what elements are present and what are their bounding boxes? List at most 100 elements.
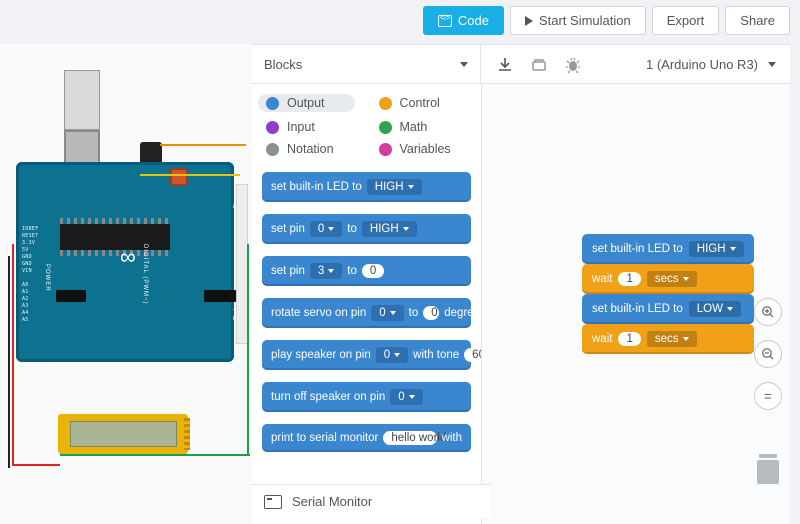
code-block[interactable]: rotate servo on pin0to0degrees xyxy=(262,298,471,328)
reset-button[interactable] xyxy=(170,168,188,186)
canvas-controls: = xyxy=(754,298,782,484)
wire-green xyxy=(60,454,250,456)
code-workspace[interactable]: set built-in LED to HIGH wait 1 secs set buil… xyxy=(482,84,790,524)
dot-icon xyxy=(266,97,279,110)
block-dropdown[interactable]: HIGH xyxy=(362,221,417,237)
category-output[interactable]: Output xyxy=(258,94,355,112)
block-dropdown[interactable]: 0 xyxy=(371,305,403,321)
block-value[interactable]: 0 xyxy=(362,264,384,278)
block-dropdown[interactable]: secs xyxy=(647,271,697,287)
trash-icon[interactable] xyxy=(754,454,782,484)
block-dropdown[interactable]: HIGH xyxy=(367,179,422,195)
block-value[interactable]: hello world xyxy=(383,431,436,445)
code-block[interactable]: set built-in LED to HIGH xyxy=(582,234,754,264)
category-label: Variables xyxy=(400,142,451,156)
block-value[interactable]: 1 xyxy=(618,332,640,346)
block-categories: Output Control Input Math Notation Varia… xyxy=(252,84,481,166)
code-block[interactable]: set pin 0 to HIGH xyxy=(262,214,471,244)
category-label: Control xyxy=(400,96,440,110)
block-text: rotate servo on pin xyxy=(271,307,366,319)
block-text: set pin xyxy=(271,223,305,235)
block-value[interactable]: 1 xyxy=(618,272,640,286)
block-text: with tone xyxy=(413,349,459,361)
block-text: to xyxy=(347,223,357,235)
code-block[interactable]: wait1secs xyxy=(582,324,754,354)
board-power-label: POWER xyxy=(44,264,50,292)
block-dropdown[interactable]: HIGH xyxy=(689,241,744,257)
chevron-down-icon xyxy=(403,227,409,231)
barrel-jack xyxy=(140,142,162,164)
code-block[interactable]: print to serial monitor hello world with xyxy=(262,424,471,452)
category-label: Output xyxy=(287,96,325,110)
dot-icon xyxy=(379,121,392,134)
chevron-down-icon xyxy=(683,277,689,281)
block-dropdown[interactable]: secs xyxy=(647,331,697,347)
block-text: play speaker on pin xyxy=(271,349,371,361)
category-input[interactable]: Input xyxy=(266,120,355,134)
zoom-out-button[interactable] xyxy=(754,340,782,368)
dot-icon xyxy=(379,97,392,110)
chevron-down-icon xyxy=(328,269,334,273)
lcd-pins xyxy=(184,418,190,450)
wire-black xyxy=(8,256,10,468)
category-math[interactable]: Math xyxy=(379,120,468,134)
chevron-down-icon xyxy=(409,395,415,399)
download-icon[interactable] xyxy=(497,57,513,71)
code-button[interactable]: Code xyxy=(423,6,504,35)
breadboard-strip[interactable] xyxy=(236,184,248,344)
code-block[interactable]: set pin 3 to 0 xyxy=(262,256,471,286)
block-dropdown[interactable]: 0 xyxy=(310,221,342,237)
export-label: Export xyxy=(667,13,705,28)
code-mode-dropdown[interactable]: Blocks xyxy=(252,57,480,72)
device-dropdown[interactable]: 1 (Arduino Uno R3) xyxy=(632,57,790,72)
arduino-logo-icon: ∞ xyxy=(120,244,136,270)
block-value[interactable]: 0 xyxy=(423,306,439,320)
editor-bar: Blocks 1 (Arduino Uno R3) xyxy=(252,44,790,84)
usb-cable[interactable] xyxy=(64,70,100,130)
block-text: with xyxy=(442,432,462,444)
category-variables[interactable]: Variables xyxy=(379,142,468,156)
code-block[interactable]: set built-in LED toLOW xyxy=(582,294,754,324)
block-dropdown[interactable]: 0 xyxy=(376,347,408,363)
zoom-fit-button[interactable]: = xyxy=(754,382,782,410)
library-icon[interactable] xyxy=(531,57,547,71)
zoom-in-button[interactable] xyxy=(754,298,782,326)
export-button[interactable]: Export xyxy=(652,6,720,35)
block-value[interactable]: 60 xyxy=(464,348,480,362)
block-text: wait xyxy=(592,273,612,285)
block-stack[interactable]: set built-in LED to HIGH wait 1 secs set buil… xyxy=(582,234,754,354)
code-block[interactable]: play speaker on pin0with tone60 xyxy=(262,340,471,370)
block-text: set built-in LED to xyxy=(592,243,683,255)
chevron-down-icon xyxy=(768,62,776,67)
chevron-down-icon xyxy=(460,62,468,67)
category-control[interactable]: Control xyxy=(379,94,468,112)
dot-icon xyxy=(266,143,279,156)
wire-red xyxy=(12,244,14,464)
share-button[interactable]: Share xyxy=(725,6,790,35)
code-block[interactable]: wait 1 secs xyxy=(582,264,754,294)
serial-monitor-label: Serial Monitor xyxy=(292,494,372,509)
category-label: Notation xyxy=(287,142,334,156)
lcd-component[interactable] xyxy=(58,414,188,454)
debug-icon[interactable] xyxy=(565,57,581,71)
block-dropdown[interactable]: 3 xyxy=(310,263,342,279)
block-text: to xyxy=(347,265,357,277)
chevron-down-icon xyxy=(328,227,334,231)
category-notation[interactable]: Notation xyxy=(266,142,355,156)
block-dropdown[interactable]: 0 xyxy=(390,389,422,405)
block-palette: Output Control Input Math Notation Varia… xyxy=(252,84,482,524)
pin-labels-left: IOREF RESET 3.3V 5V GND GND VIN A0 A1 A2… xyxy=(22,226,39,324)
wire-red xyxy=(12,464,60,466)
circuit-canvas[interactable]: ∞ IOREF RESET 3.3V 5V GND GND VIN A0 A1 … xyxy=(0,44,252,524)
dot-icon xyxy=(266,121,279,134)
serial-monitor-toggle[interactable]: Serial Monitor xyxy=(252,484,490,518)
block-dropdown[interactable]: LOW xyxy=(689,301,741,317)
start-simulation-button[interactable]: Start Simulation xyxy=(510,6,646,35)
category-label: Input xyxy=(287,120,315,134)
chevron-down-icon xyxy=(390,311,396,315)
block-text: print to serial monitor xyxy=(271,432,378,444)
block-text: set pin xyxy=(271,265,305,277)
code-block[interactable]: set built-in LED to HIGH xyxy=(262,172,471,202)
code-block[interactable]: turn off speaker on pin0 xyxy=(262,382,471,412)
block-text: set built-in LED to xyxy=(271,181,362,193)
